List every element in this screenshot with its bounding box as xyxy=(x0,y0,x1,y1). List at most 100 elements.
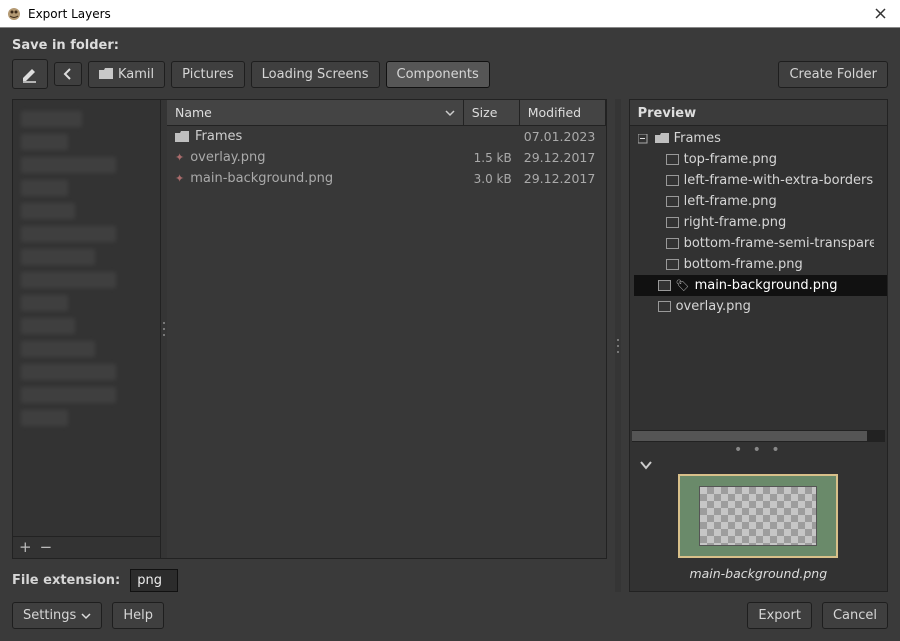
breadcrumb-label: Pictures xyxy=(182,67,233,82)
add-bookmark-button[interactable]: + xyxy=(19,540,32,555)
file-extension-input[interactable] xyxy=(130,569,178,592)
tree-item[interactable]: bottom-frame.png xyxy=(634,254,887,275)
places-panel: + − xyxy=(13,100,161,558)
list-item[interactable] xyxy=(21,157,116,173)
column-size[interactable]: Size xyxy=(464,100,520,125)
settings-button[interactable]: Settings xyxy=(12,602,102,629)
layer-icon xyxy=(658,280,671,291)
list-item[interactable] xyxy=(21,272,116,288)
list-item[interactable] xyxy=(21,134,68,150)
tree-item[interactable]: overlay.png xyxy=(634,296,887,317)
image-icon: ✦ xyxy=(175,172,184,185)
preview-area: main-background.png xyxy=(630,452,887,591)
breadcrumb-pictures[interactable]: Pictures xyxy=(171,61,244,88)
tree-item-label: main-background.png xyxy=(695,278,838,293)
file-modified: 07.01.2023 xyxy=(520,129,606,144)
scrollbar-thumb[interactable] xyxy=(632,431,867,441)
help-button[interactable]: Help xyxy=(112,602,164,629)
title-bar: Export Layers xyxy=(0,0,900,28)
file-name: overlay.png xyxy=(190,150,265,165)
remove-bookmark-button[interactable]: − xyxy=(40,540,53,555)
breadcrumb-label: Loading Screens xyxy=(262,67,369,82)
preview-header: Preview xyxy=(630,100,887,126)
breadcrumb-kamil[interactable]: Kamil xyxy=(88,61,165,88)
sort-arrow-icon xyxy=(445,109,455,117)
tree-item[interactable]: right-frame.png xyxy=(634,212,887,233)
tree-item[interactable]: top-frame.png xyxy=(634,149,887,170)
image-icon: ✦ xyxy=(175,151,184,164)
list-item[interactable] xyxy=(21,410,68,426)
preview-thumbnail-label: main-background.png xyxy=(689,566,827,581)
tree-item-label: overlay.png xyxy=(676,299,751,314)
list-item[interactable] xyxy=(21,341,95,357)
folder-icon xyxy=(655,133,669,144)
breadcrumb-components[interactable]: Components xyxy=(386,61,490,88)
tree-item-label: bottom-frame-semi-transparent.png xyxy=(684,236,874,251)
layer-icon xyxy=(666,238,679,249)
breadcrumb-loading-screens[interactable]: Loading Screens xyxy=(251,61,380,88)
tree-item-label: top-frame.png xyxy=(684,152,777,167)
window-title: Export Layers xyxy=(28,7,866,21)
file-extension-label: File extension: xyxy=(12,573,120,588)
back-button[interactable] xyxy=(54,62,82,86)
file-name: main-background.png xyxy=(190,171,333,186)
file-size: 1.5 kB xyxy=(464,151,520,165)
list-item[interactable] xyxy=(21,387,116,403)
path-toolbar: Kamil Pictures Loading Screens Component… xyxy=(12,59,888,89)
column-modified[interactable]: Modified xyxy=(520,100,606,125)
collapse-icon[interactable] xyxy=(638,134,650,144)
tree-item[interactable]: left-frame.png xyxy=(634,191,887,212)
list-item[interactable] xyxy=(21,249,95,265)
checkerboard-icon xyxy=(699,486,817,546)
layer-icon xyxy=(666,217,679,228)
table-row[interactable]: ✦ overlay.png 1.5 kB 29.12.2017 xyxy=(167,147,606,168)
list-item[interactable] xyxy=(21,203,75,219)
file-modified: 29.12.2017 xyxy=(520,171,606,186)
file-modified: 29.12.2017 xyxy=(520,150,606,165)
cancel-button[interactable]: Cancel xyxy=(822,602,888,629)
layer-icon xyxy=(658,301,671,312)
tree-item[interactable]: left-frame-with-extra-borders.png xyxy=(634,170,887,191)
tree-horizontal-scrollbar[interactable] xyxy=(632,430,885,442)
folder-icon xyxy=(99,68,113,80)
tree-root[interactable]: Frames xyxy=(634,128,887,149)
breadcrumb-label: Components xyxy=(397,67,479,82)
layer-icon xyxy=(666,259,679,270)
file-browser: Name Size Modified Frames xyxy=(167,100,606,558)
list-item[interactable] xyxy=(21,318,75,334)
list-item[interactable] xyxy=(21,364,116,380)
layer-icon xyxy=(666,154,679,165)
file-table-header: Name Size Modified xyxy=(167,100,606,126)
breadcrumb-label: Kamil xyxy=(118,67,154,82)
list-item[interactable] xyxy=(21,226,116,242)
tree-item-label: left-frame.png xyxy=(684,194,777,209)
layer-icon xyxy=(666,196,679,207)
tree-item-label: left-frame-with-extra-borders.png xyxy=(684,173,874,188)
table-row[interactable]: ✦ main-background.png 3.0 kB 29.12.2017 xyxy=(167,168,606,189)
file-size: 3.0 kB xyxy=(464,172,520,186)
layer-tree[interactable]: Frames top-frame.png left-frame-with-ext… xyxy=(630,126,887,430)
preview-panel: Preview Frames top-frame.png left-frame-… xyxy=(629,99,888,592)
list-item[interactable] xyxy=(21,180,68,196)
tree-item-label: bottom-frame.png xyxy=(684,257,803,272)
preview-resize-grip[interactable]: • • • xyxy=(630,442,887,452)
list-item[interactable] xyxy=(21,295,68,311)
tree-item[interactable]: bottom-frame-semi-transparent.png xyxy=(634,233,887,254)
file-name: Frames xyxy=(195,129,242,144)
folder-icon xyxy=(175,131,189,143)
table-row[interactable]: Frames 07.01.2023 xyxy=(167,126,606,147)
edit-path-button[interactable] xyxy=(12,59,48,89)
places-list[interactable] xyxy=(13,100,160,536)
create-folder-button[interactable]: Create Folder xyxy=(778,61,888,88)
layer-icon xyxy=(666,175,679,186)
preview-collapse-icon[interactable] xyxy=(640,460,652,470)
tree-item-label: right-frame.png xyxy=(684,215,787,230)
tree-item-selected[interactable]: 🏷main-background.png xyxy=(634,275,887,296)
close-button[interactable] xyxy=(866,2,894,26)
tree-root-label: Frames xyxy=(674,131,721,146)
app-icon xyxy=(6,6,22,22)
list-item[interactable] xyxy=(21,111,82,127)
main-resize-grip[interactable] xyxy=(615,99,621,592)
export-button[interactable]: Export xyxy=(747,602,812,629)
column-name[interactable]: Name xyxy=(167,100,464,125)
